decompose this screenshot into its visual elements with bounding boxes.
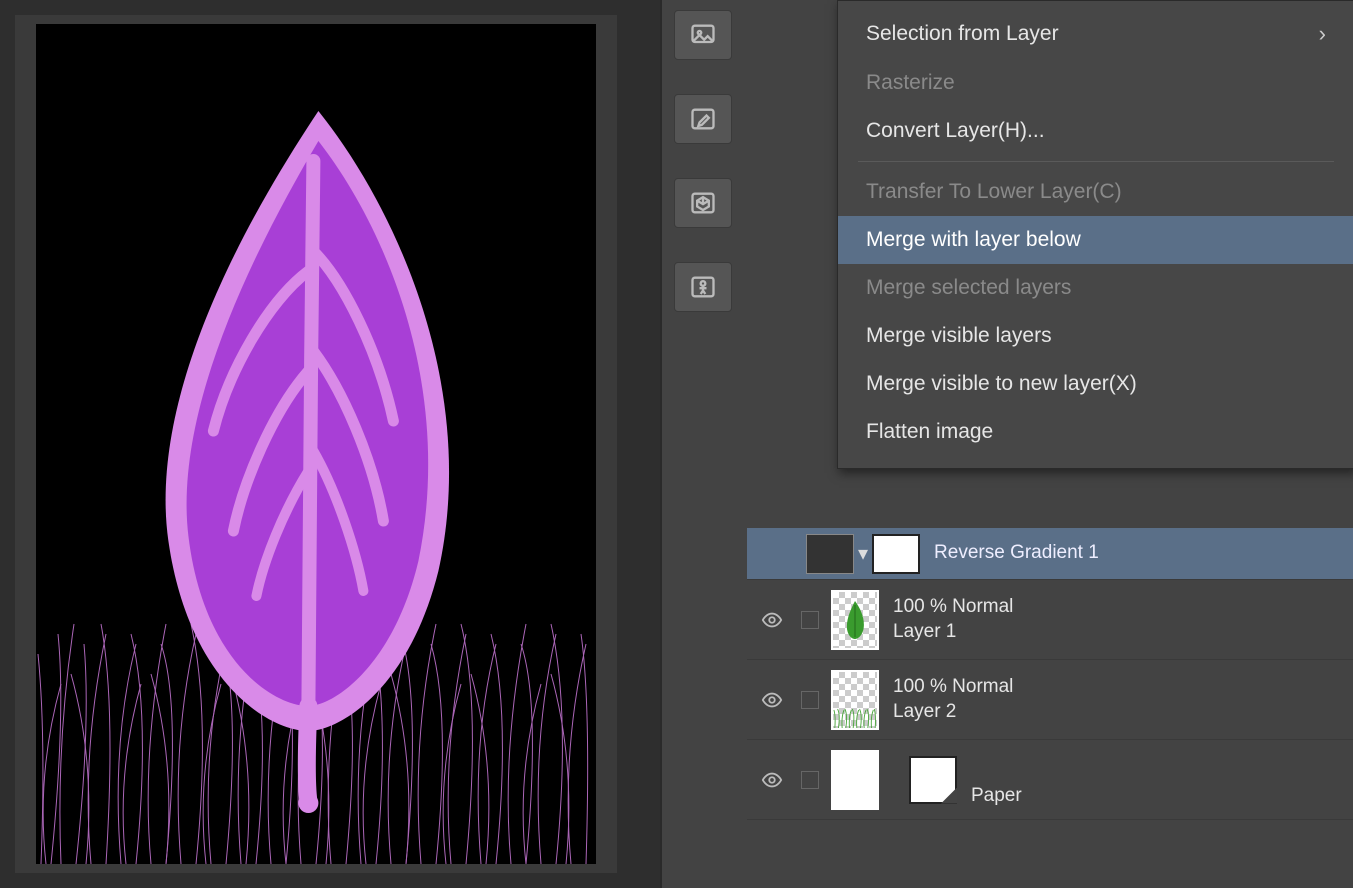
visibility-toggle[interactable] <box>752 689 792 711</box>
layers-panel: ▾ Reverse Gradient 1 100 % Normal Layer … <box>747 528 1353 820</box>
menu-selection-from-layer[interactable]: Selection from Layer › <box>838 9 1353 59</box>
panel-button-3d[interactable] <box>674 178 732 228</box>
menu-label: Transfer To Lower Layer(C) <box>866 180 1122 204</box>
canvas[interactable] <box>36 24 596 864</box>
layer-opacity-mode: 100 % Normal <box>893 595 1013 620</box>
menu-label: Rasterize <box>866 71 955 95</box>
right-panel: 2 ▾ Reverse Gradient 1 <box>660 0 1353 888</box>
menu-merge-visible[interactable]: Merge visible layers <box>838 312 1353 360</box>
visibility-toggle[interactable] <box>752 769 792 791</box>
menu-separator <box>858 161 1334 162</box>
canvas-viewport[interactable] <box>15 15 617 873</box>
menu-rasterize: Rasterize <box>838 59 1353 107</box>
panel-button-edit[interactable] <box>674 94 732 144</box>
menu-label: Convert Layer(H)... <box>866 119 1045 143</box>
lock-toggle[interactable] <box>792 691 827 709</box>
menu-convert-layer[interactable]: Convert Layer(H)... <box>838 107 1353 155</box>
link-caret-icon: ▾ <box>858 541 868 566</box>
leaf-art <box>118 91 498 811</box>
lock-toggle[interactable] <box>792 771 827 789</box>
menu-label: Selection from Layer <box>866 22 1059 46</box>
layer-mask-thumbnail <box>872 534 920 574</box>
menu-transfer-lower: Transfer To Lower Layer(C) <box>838 168 1353 216</box>
layer-opacity-mode: 100 % Normal <box>893 675 1013 700</box>
menu-label: Merge visible to new layer(X) <box>866 372 1137 396</box>
layer-thumbnail <box>831 750 879 810</box>
menu-label: Merge visible layers <box>866 324 1052 348</box>
paper-icon <box>909 756 957 804</box>
menu-flatten[interactable]: Flatten image <box>838 408 1353 456</box>
menu-label: Merge selected layers <box>866 276 1071 300</box>
layer-thumbnail <box>806 534 854 574</box>
menu-merge-visible-new[interactable]: Merge visible to new layer(X) <box>838 360 1353 408</box>
layer-info: 100 % Normal Layer 1 <box>893 595 1013 644</box>
layer-name: Reverse Gradient 1 <box>934 541 1099 566</box>
panel-button-image[interactable] <box>674 10 732 60</box>
menu-label: Flatten image <box>866 420 993 444</box>
layer-name: Paper <box>971 784 1022 809</box>
layer-name: Layer 1 <box>893 620 1013 645</box>
layer-thumbnail <box>831 590 879 650</box>
layer-1[interactable]: 100 % Normal Layer 1 <box>747 580 1353 660</box>
layer-reverse-gradient[interactable]: ▾ Reverse Gradient 1 <box>747 528 1353 580</box>
chevron-right-icon: › <box>1319 21 1326 47</box>
panel-button-figure[interactable] <box>674 262 732 312</box>
menu-merge-selected: Merge selected layers <box>838 264 1353 312</box>
visibility-toggle[interactable] <box>752 609 792 631</box>
menu-label: Merge with layer below <box>866 228 1081 252</box>
layer-name: Layer 2 <box>893 700 1013 725</box>
layer-paper[interactable]: Paper <box>747 740 1353 820</box>
layer-context-menu: Selection from Layer › Rasterize Convert… <box>837 0 1353 469</box>
layer-thumbnail <box>831 670 879 730</box>
lock-toggle[interactable] <box>792 611 827 629</box>
layer-2[interactable]: 100 % Normal Layer 2 <box>747 660 1353 740</box>
menu-merge-below[interactable]: Merge with layer below <box>838 216 1353 264</box>
layer-info: 100 % Normal Layer 2 <box>893 675 1013 724</box>
